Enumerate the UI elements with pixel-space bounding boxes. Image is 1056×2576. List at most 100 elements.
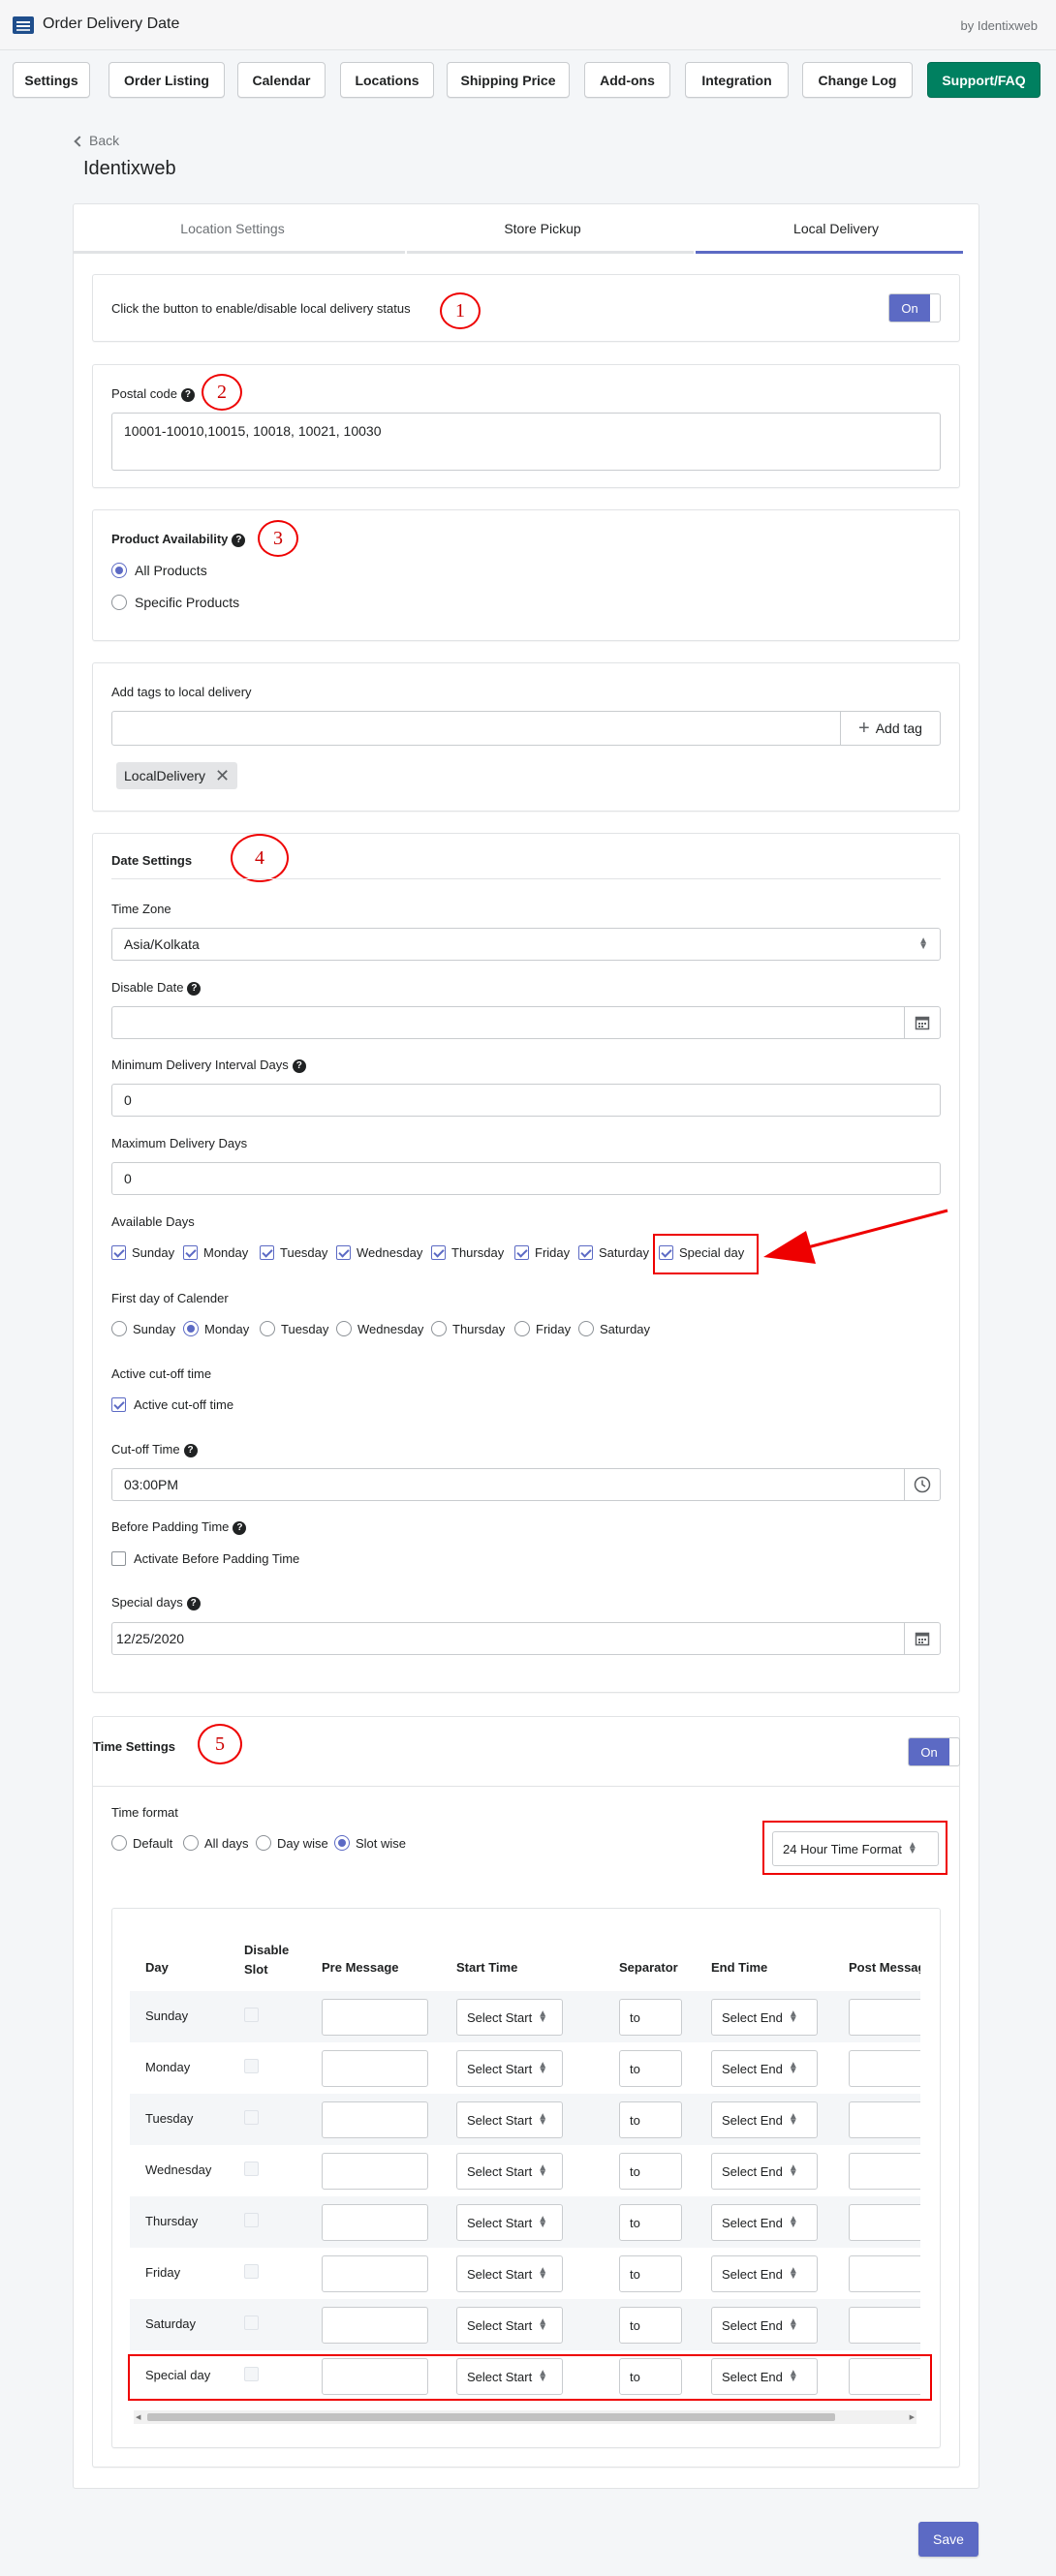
radio-first-monday[interactable]: Monday bbox=[183, 1321, 249, 1336]
postal-code-textarea[interactable]: 10001-10010,10015, 10018, 10021, 10030 bbox=[111, 413, 941, 471]
start-time-select[interactable]: Select Start ▲ ▼ bbox=[456, 2153, 563, 2190]
post-message-input[interactable] bbox=[849, 2307, 920, 2344]
post-message-input[interactable] bbox=[849, 2153, 920, 2190]
disable-slot-checkbox[interactable] bbox=[244, 2211, 259, 2227]
disable-slot-checkbox[interactable] bbox=[244, 2057, 259, 2073]
radio-icon[interactable] bbox=[183, 1835, 199, 1851]
start-time-select[interactable]: Select Start ▲ ▼ bbox=[456, 2204, 563, 2241]
timezone-select[interactable]: Asia/Kolkata ▲ ▼ bbox=[111, 928, 941, 961]
checkbox-checked-icon[interactable] bbox=[336, 1245, 351, 1260]
start-time-select[interactable]: Select Start ▲ ▼ bbox=[456, 2050, 563, 2087]
end-time-select[interactable]: Select End ▲ ▼ bbox=[711, 2101, 818, 2138]
checkbox-icon[interactable] bbox=[244, 2058, 259, 2073]
radio-icon[interactable] bbox=[336, 1321, 352, 1336]
time-settings-toggle[interactable]: On bbox=[908, 1737, 960, 1766]
separator-input[interactable]: to bbox=[619, 2101, 682, 2138]
end-time-select[interactable]: Select End ▲ ▼ bbox=[711, 2204, 818, 2241]
disable-slot-checkbox[interactable] bbox=[244, 2262, 259, 2279]
nav-settings-button[interactable]: Settings bbox=[13, 62, 90, 98]
checkbox-icon[interactable] bbox=[244, 2007, 259, 2022]
help-icon[interactable]: ? bbox=[180, 387, 195, 402]
scroll-left-icon[interactable]: ◀ bbox=[136, 2413, 140, 2421]
hour-format-select[interactable]: 24 Hour Time Format ▲ ▼ bbox=[772, 1831, 939, 1866]
max-days-input[interactable]: 0 bbox=[111, 1162, 941, 1195]
pre-message-input[interactable] bbox=[322, 2307, 428, 2344]
checkbox-before-padding[interactable]: Activate Before Padding Time bbox=[111, 1551, 299, 1566]
start-time-select[interactable]: Select Start ▲ ▼ bbox=[456, 2101, 563, 2138]
end-time-select[interactable]: Select End ▲ ▼ bbox=[711, 2255, 818, 2292]
scrollbar-thumb[interactable] bbox=[147, 2413, 835, 2421]
start-time-select[interactable]: Select Start ▲ ▼ bbox=[456, 2255, 563, 2292]
radio-first-thursday[interactable]: Thursday bbox=[431, 1321, 505, 1336]
checkbox-checked-icon[interactable] bbox=[578, 1245, 593, 1260]
pre-message-input[interactable] bbox=[322, 2050, 428, 2087]
start-time-select[interactable]: Select Start ▲ ▼ bbox=[456, 2307, 563, 2344]
tab-local-delivery[interactable]: Local Delivery bbox=[694, 203, 978, 254]
special-days-input[interactable]: 12/25/2020 bbox=[111, 1622, 905, 1655]
back-link[interactable]: Back bbox=[74, 133, 119, 148]
radio-icon[interactable] bbox=[111, 595, 127, 610]
checkbox-icon[interactable] bbox=[244, 2315, 259, 2330]
tags-input[interactable] bbox=[111, 711, 841, 746]
radio-selected-icon[interactable] bbox=[111, 563, 127, 578]
radio-format-slot-wise[interactable]: Slot wise bbox=[334, 1835, 406, 1851]
checkbox-saturday[interactable]: Saturday bbox=[578, 1245, 649, 1260]
help-icon[interactable]: ? bbox=[186, 1596, 201, 1610]
checkbox-checked-icon[interactable] bbox=[431, 1245, 446, 1260]
end-time-select[interactable]: Select End ▲ ▼ bbox=[711, 2307, 818, 2344]
end-time-select[interactable]: Select End ▲ ▼ bbox=[711, 2050, 818, 2087]
radio-selected-icon[interactable] bbox=[334, 1835, 350, 1851]
separator-input[interactable]: to bbox=[619, 2050, 682, 2087]
disable-slot-checkbox[interactable] bbox=[244, 2314, 259, 2330]
pre-message-input[interactable] bbox=[322, 2101, 428, 2138]
help-icon[interactable]: ? bbox=[292, 1058, 306, 1073]
separator-input[interactable]: to bbox=[619, 2255, 682, 2292]
nav-shipping-price-button[interactable]: Shipping Price bbox=[447, 62, 570, 98]
checkbox-active-cutoff[interactable]: Active cut-off time bbox=[111, 1397, 233, 1412]
pre-message-input[interactable] bbox=[322, 2204, 428, 2241]
radio-icon[interactable] bbox=[260, 1321, 275, 1336]
radio-icon[interactable] bbox=[431, 1321, 447, 1336]
checkbox-icon[interactable] bbox=[244, 2109, 259, 2125]
checkbox-thursday[interactable]: Thursday bbox=[431, 1245, 504, 1260]
radio-icon[interactable] bbox=[514, 1321, 530, 1336]
cutoff-time-input[interactable]: 03:00PM bbox=[111, 1468, 905, 1501]
post-message-input[interactable] bbox=[849, 2204, 920, 2241]
radio-format-default[interactable]: Default bbox=[111, 1835, 172, 1851]
radio-first-tuesday[interactable]: Tuesday bbox=[260, 1321, 328, 1336]
disable-slot-checkbox[interactable] bbox=[244, 2160, 259, 2176]
radio-icon[interactable] bbox=[111, 1321, 127, 1336]
checkbox-wednesday[interactable]: Wednesday bbox=[336, 1245, 422, 1260]
post-message-input[interactable] bbox=[849, 2101, 920, 2138]
radio-first-friday[interactable]: Friday bbox=[514, 1321, 571, 1336]
pre-message-input[interactable] bbox=[322, 2255, 428, 2292]
checkbox-friday[interactable]: Friday bbox=[514, 1245, 570, 1260]
separator-input[interactable]: to bbox=[619, 2204, 682, 2241]
local-delivery-toggle[interactable]: On bbox=[888, 293, 941, 322]
checkbox-monday[interactable]: Monday bbox=[183, 1245, 248, 1260]
nav-integration-button[interactable]: Integration bbox=[685, 62, 789, 98]
checkbox-icon[interactable] bbox=[244, 2212, 259, 2227]
separator-input[interactable]: to bbox=[619, 1999, 682, 2036]
end-time-select[interactable]: Select End ▲ ▼ bbox=[711, 1999, 818, 2036]
pre-message-input[interactable] bbox=[322, 2153, 428, 2190]
disable-slot-checkbox[interactable] bbox=[244, 2006, 259, 2022]
radio-first-saturday[interactable]: Saturday bbox=[578, 1321, 650, 1336]
nav-locations-button[interactable]: Locations bbox=[340, 62, 434, 98]
end-time-select[interactable]: Select End ▲ ▼ bbox=[711, 2153, 818, 2190]
close-icon[interactable]: ✕ bbox=[215, 766, 230, 786]
post-message-input[interactable] bbox=[849, 2050, 920, 2087]
tab-store-pickup[interactable]: Store Pickup bbox=[391, 203, 694, 254]
checkbox-checked-icon[interactable] bbox=[514, 1245, 529, 1260]
pre-message-input[interactable] bbox=[322, 1999, 428, 2036]
help-icon[interactable]: ? bbox=[232, 533, 246, 547]
post-message-input[interactable] bbox=[849, 2255, 920, 2292]
nav-change-log-button[interactable]: Change Log bbox=[802, 62, 913, 98]
checkbox-checked-icon[interactable] bbox=[111, 1397, 126, 1412]
calendar-icon[interactable] bbox=[904, 1622, 941, 1655]
checkbox-sunday[interactable]: Sunday bbox=[111, 1245, 174, 1260]
add-tag-button[interactable]: + Add tag bbox=[840, 711, 941, 746]
min-interval-input[interactable]: 0 bbox=[111, 1084, 941, 1117]
checkbox-checked-icon[interactable] bbox=[183, 1245, 198, 1260]
table-horizontal-scrollbar[interactable]: ◀ ▶ bbox=[134, 2410, 916, 2424]
